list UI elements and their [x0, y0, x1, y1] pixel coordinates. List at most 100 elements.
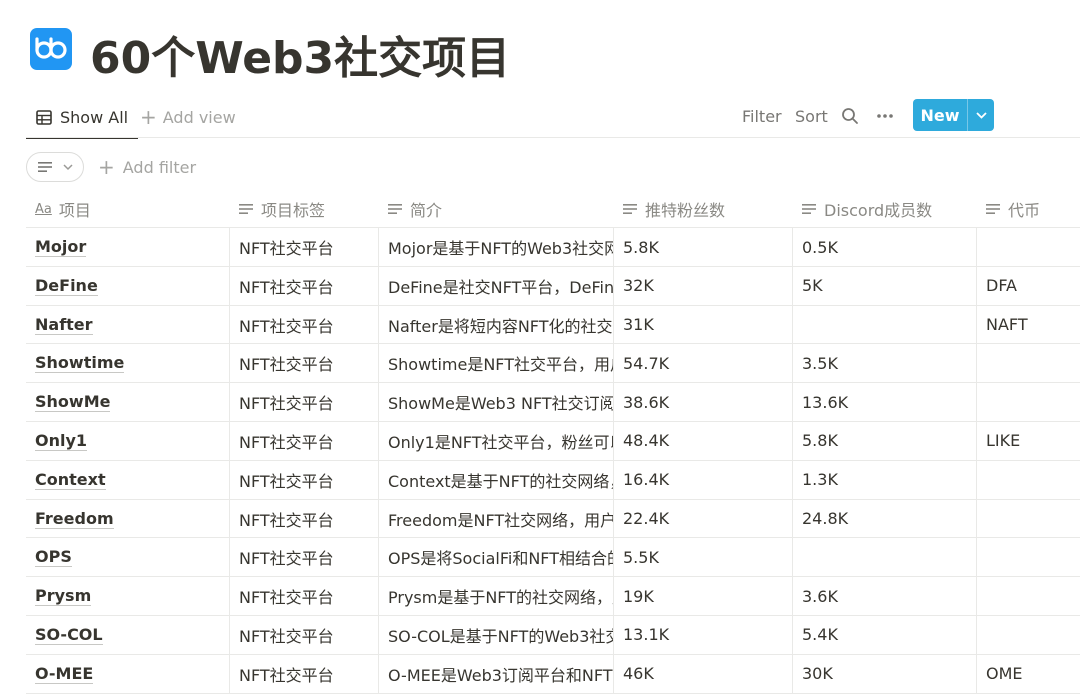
cell-description[interactable]: Prysm是基于NFT的社交网络，用 — [378, 577, 613, 616]
cell-description[interactable]: DeFine是社交NFT平台，DeFine — [378, 266, 613, 305]
table-row[interactable]: DeFine NFT社交平台 DeFine是社交NFT平台，DeFine 32K… — [26, 266, 1080, 306]
cell-discord-members[interactable]: 13.6K — [792, 383, 976, 422]
cell-token[interactable]: NAFT — [976, 305, 1080, 344]
column-header[interactable]: 代币 — [976, 190, 1080, 228]
table-row[interactable]: SO-COL NFT社交平台 SO-COL是基于NFT的Web3社交 13.1K… — [26, 615, 1080, 655]
cell-token[interactable]: LIKE — [976, 421, 1080, 460]
cell-twitter-followers[interactable]: 54.7K — [613, 344, 792, 383]
cell-description[interactable]: SO-COL是基于NFT的Web3社交 — [378, 615, 613, 654]
cell-description[interactable]: ShowMe是Web3 NFT社交订阅平 — [378, 383, 613, 422]
table-row[interactable]: Showtime NFT社交平台 Showtime是NFT社交平台，用户 54.… — [26, 344, 1080, 384]
cell-description[interactable]: Showtime是NFT社交平台，用户 — [378, 344, 613, 383]
cell-tag[interactable]: NFT社交平台 — [229, 615, 378, 654]
cell-description[interactable]: Mojor是基于NFT的Web3社交网 — [378, 228, 613, 266]
cell-project[interactable]: SO-COL — [26, 616, 229, 654]
cell-tag[interactable]: NFT社交平台 — [229, 305, 378, 344]
cell-discord-members[interactable]: 30K — [792, 654, 976, 693]
table-row[interactable]: O-MEE NFT社交平台 O-MEE是Web3订阅平台和NFT发 46K 30… — [26, 654, 1080, 694]
cell-token[interactable] — [976, 460, 1080, 499]
search-button[interactable] — [841, 96, 859, 136]
cell-discord-members[interactable]: 24.8K — [792, 499, 976, 538]
cell-twitter-followers[interactable]: 5.5K — [613, 538, 792, 577]
cell-twitter-followers[interactable]: 31K — [613, 305, 792, 344]
tab-show-all[interactable]: Show All — [26, 96, 139, 139]
cell-discord-members[interactable]: 3.5K — [792, 344, 976, 383]
cell-tag[interactable]: NFT社交平台 — [229, 228, 378, 266]
cell-twitter-followers[interactable]: 19K — [613, 577, 792, 616]
column-header[interactable]: 推特粉丝数 — [613, 190, 792, 228]
cell-token[interactable]: OME — [976, 654, 1080, 693]
cell-twitter-followers[interactable]: 13.1K — [613, 615, 792, 654]
cell-discord-members[interactable]: 1.3K — [792, 460, 976, 499]
table-row[interactable]: Only1 NFT社交平台 Only1是NFT社交平台，粉丝可以 48.4K 5… — [26, 421, 1080, 461]
cell-twitter-followers[interactable]: 46K — [613, 654, 792, 693]
cell-project[interactable]: Freedom — [26, 500, 229, 538]
cell-tag[interactable]: NFT社交平台 — [229, 460, 378, 499]
cell-discord-members[interactable]: 5.4K — [792, 615, 976, 654]
cell-tag[interactable]: NFT社交平台 — [229, 538, 378, 577]
cell-project[interactable]: O-MEE — [26, 655, 229, 693]
cell-description[interactable]: Context是基于NFT的社交网络， — [378, 460, 613, 499]
new-dropdown-button[interactable] — [968, 111, 994, 119]
cell-description[interactable]: O-MEE是Web3订阅平台和NFT发 — [378, 654, 613, 693]
column-header[interactable]: 项目标签 — [229, 190, 378, 228]
cell-description[interactable]: Only1是NFT社交平台，粉丝可以 — [378, 421, 613, 460]
table-row[interactable]: ShowMe NFT社交平台 ShowMe是Web3 NFT社交订阅平 38.6… — [26, 383, 1080, 422]
cell-token[interactable] — [976, 228, 1080, 266]
cell-project[interactable]: Prysm — [26, 577, 229, 615]
table-row[interactable]: OPS NFT社交平台 OPS是将SocialFi和NFT相结合的 5.5K — [26, 538, 1080, 578]
cell-token[interactable] — [976, 499, 1080, 538]
table-row[interactable]: Nafter NFT社交平台 Nafter是将短内容NFT化的社交 31K NA… — [26, 305, 1080, 345]
cell-project[interactable]: Context — [26, 461, 229, 499]
add-view-button[interactable]: + Add view — [140, 96, 236, 138]
cell-tag[interactable]: NFT社交平台 — [229, 344, 378, 383]
cell-discord-members[interactable]: 3.6K — [792, 577, 976, 616]
table-row[interactable]: Freedom NFT社交平台 Freedom是NFT社交网络，用户 22.4K… — [26, 499, 1080, 539]
cell-twitter-followers[interactable]: 38.6K — [613, 383, 792, 422]
cell-discord-members[interactable]: 0.5K — [792, 228, 976, 266]
cell-discord-members[interactable]: 5K — [792, 266, 976, 305]
cell-twitter-followers[interactable]: 32K — [613, 266, 792, 305]
cell-project[interactable]: Mojor — [26, 228, 229, 266]
cell-description[interactable]: OPS是将SocialFi和NFT相结合的 — [378, 538, 613, 577]
cell-tag[interactable]: NFT社交平台 — [229, 421, 378, 460]
cell-project[interactable]: Only1 — [26, 422, 229, 460]
column-header[interactable]: Aa 项目 — [26, 190, 229, 228]
cell-tag[interactable]: NFT社交平台 — [229, 654, 378, 693]
cell-tag[interactable]: NFT社交平台 — [229, 383, 378, 422]
cell-token[interactable] — [976, 577, 1080, 616]
add-filter-button[interactable]: + Add filter — [98, 150, 196, 184]
table-row[interactable]: Context NFT社交平台 Context是基于NFT的社交网络， 16.4… — [26, 460, 1080, 500]
cell-tag[interactable]: NFT社交平台 — [229, 577, 378, 616]
column-header[interactable]: 简介 — [378, 190, 613, 228]
cell-twitter-followers[interactable]: 16.4K — [613, 460, 792, 499]
cell-twitter-followers[interactable]: 48.4K — [613, 421, 792, 460]
sort-button[interactable]: Sort — [795, 96, 828, 136]
cell-project[interactable]: Nafter — [26, 306, 229, 344]
cell-project[interactable]: Showtime — [26, 344, 229, 382]
cell-token[interactable] — [976, 344, 1080, 383]
cell-tag[interactable]: NFT社交平台 — [229, 499, 378, 538]
cell-project[interactable]: OPS — [26, 538, 229, 576]
cell-description[interactable]: Nafter是将短内容NFT化的社交 — [378, 305, 613, 344]
cell-discord-members[interactable] — [792, 305, 976, 344]
cell-project[interactable]: DeFine — [26, 267, 229, 305]
cell-description[interactable]: Freedom是NFT社交网络，用户 — [378, 499, 613, 538]
cell-twitter-followers[interactable]: 22.4K — [613, 499, 792, 538]
sort-rule-pill[interactable] — [26, 152, 84, 182]
cell-token[interactable] — [976, 615, 1080, 654]
column-header[interactable]: Discord成员数 — [792, 190, 976, 228]
new-button[interactable]: New — [913, 99, 994, 131]
table-row[interactable]: Mojor NFT社交平台 Mojor是基于NFT的Web3社交网 5.8K 0… — [26, 228, 1080, 267]
filter-button[interactable]: Filter — [742, 96, 782, 136]
cell-twitter-followers[interactable]: 5.8K — [613, 228, 792, 266]
more-button[interactable] — [876, 96, 894, 136]
cell-project[interactable]: ShowMe — [26, 383, 229, 421]
cell-discord-members[interactable] — [792, 538, 976, 577]
cell-tag[interactable]: NFT社交平台 — [229, 266, 378, 305]
cell-token[interactable] — [976, 538, 1080, 577]
cell-token[interactable]: DFA — [976, 266, 1080, 305]
cell-token[interactable] — [976, 383, 1080, 422]
cell-discord-members[interactable]: 5.8K — [792, 421, 976, 460]
table-row[interactable]: Prysm NFT社交平台 Prysm是基于NFT的社交网络，用 19K 3.6… — [26, 577, 1080, 616]
